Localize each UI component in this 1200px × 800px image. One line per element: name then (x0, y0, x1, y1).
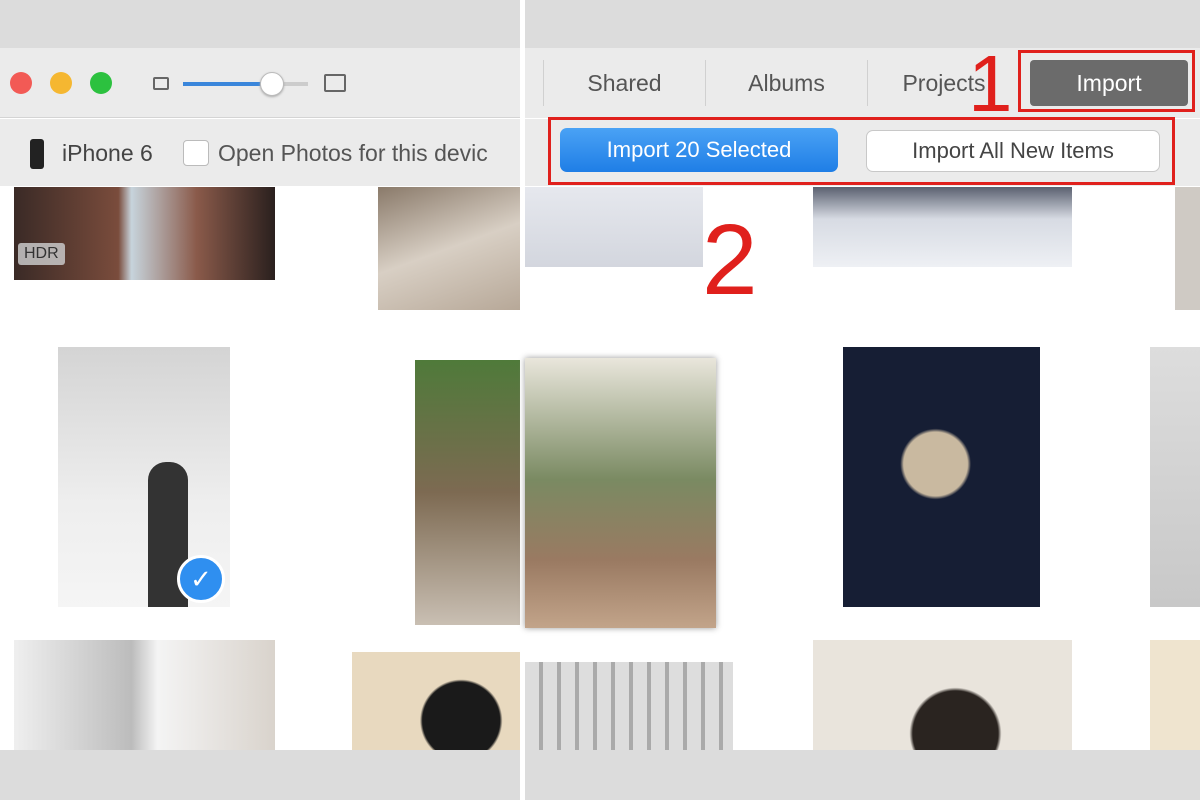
annotation-box-1 (1018, 50, 1195, 112)
photo-thumbnail[interactable] (843, 347, 1040, 607)
photo-thumbnail[interactable] (525, 358, 716, 628)
annotation-step-2: 2 (702, 204, 758, 316)
selected-checkmark-icon[interactable]: ✓ (177, 555, 225, 603)
top-strip (0, 0, 520, 48)
photo-thumbnail[interactable] (352, 652, 520, 750)
photo-thumbnail[interactable] (525, 187, 703, 267)
large-photo-icon (324, 74, 346, 92)
hdr-badge: HDR (18, 243, 65, 265)
annotation-box-2 (548, 117, 1175, 185)
photo-thumbnail[interactable] (1150, 640, 1200, 750)
open-photos-checkbox[interactable] (183, 140, 209, 166)
tab-albums[interactable]: Albums (705, 60, 867, 106)
bottom-strip (0, 750, 520, 800)
photo-thumbnail[interactable] (415, 360, 520, 625)
photo-thumbnail[interactable] (378, 187, 520, 310)
bottom-strip (525, 750, 1200, 800)
photo-thumbnail[interactable] (813, 640, 1072, 750)
photo-thumbnail[interactable]: HDR (14, 187, 275, 280)
photo-thumbnail[interactable] (813, 187, 1072, 267)
zoom-slider-fill (183, 82, 271, 86)
annotation-step-1: 1 (968, 39, 1013, 128)
device-name: iPhone 6 (62, 140, 153, 166)
maximize-button[interactable] (90, 72, 112, 94)
photo-thumbnail[interactable] (14, 640, 275, 750)
zoom-slider-thumb[interactable] (260, 72, 284, 96)
open-photos-label: Open Photos for this devic (218, 140, 488, 166)
photo-thumbnail[interactable] (1175, 187, 1200, 310)
photo-thumbnail[interactable] (1150, 347, 1200, 607)
photo-thumbnail[interactable] (525, 662, 733, 750)
top-strip (525, 0, 1200, 48)
small-photo-icon (153, 77, 169, 90)
tab-shared[interactable]: Shared (543, 60, 705, 106)
iphone-icon (30, 139, 44, 169)
close-button[interactable] (10, 72, 32, 94)
minimize-button[interactable] (50, 72, 72, 94)
